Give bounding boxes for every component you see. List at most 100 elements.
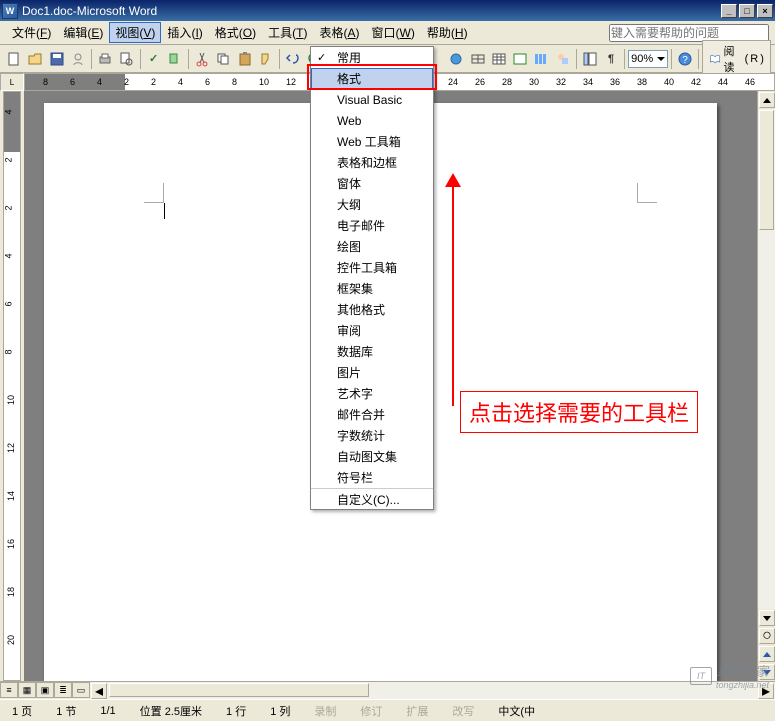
scroll-up-button[interactable] — [759, 92, 775, 108]
zoom-combo[interactable]: 90% — [628, 50, 668, 68]
undo-icon[interactable] — [283, 48, 303, 70]
menu-table[interactable]: 表格(A) — [314, 22, 366, 43]
submenu-item-4[interactable]: Web 工具箱 — [311, 131, 433, 152]
bottom-bar: ≡ ▦ ▣ ≣ ▭ ◂ ▸ — [0, 681, 775, 699]
submenu-item-1[interactable]: 格式 — [311, 68, 433, 89]
menu-format[interactable]: 格式(O) — [209, 22, 262, 43]
ruler-tick: 32 — [556, 77, 566, 87]
columns-icon[interactable] — [531, 48, 551, 70]
submenu-item-16[interactable]: 艺术字 — [311, 383, 433, 404]
new-doc-icon[interactable] — [4, 48, 24, 70]
ruler-tick: 42 — [691, 77, 701, 87]
status-revision[interactable]: 修订 — [356, 703, 386, 719]
read-mode-button[interactable]: 阅读(R) — [702, 40, 771, 78]
submenu-item-11[interactable]: 框架集 — [311, 278, 433, 299]
margin-corner-tr — [637, 183, 657, 203]
close-button[interactable]: × — [757, 4, 773, 18]
show-formatting-icon[interactable]: ¶ — [601, 48, 621, 70]
menu-view[interactable]: 视图(V) — [109, 22, 161, 43]
app-icon: W — [2, 3, 18, 19]
vertical-ruler[interactable]: 422468101214161820 — [0, 91, 24, 681]
ruler-tick: 20 — [6, 635, 16, 645]
submenu-item-6[interactable]: 窗体 — [311, 173, 433, 194]
ruler-tick: 24 — [448, 77, 458, 87]
print-icon[interactable] — [95, 48, 115, 70]
open-icon[interactable] — [25, 48, 45, 70]
watermark: IT 系统之家 tongzhijia.net — [690, 661, 769, 690]
submenu-item-10[interactable]: 控件工具箱 — [311, 257, 433, 278]
status-position: 位置 2.5厘米 — [136, 703, 206, 719]
horizontal-scrollbar[interactable]: ◂ ▸ — [90, 682, 775, 699]
research-icon[interactable] — [165, 48, 185, 70]
web-view-button[interactable]: ▦ — [18, 682, 36, 698]
print-preview-icon[interactable] — [116, 48, 136, 70]
ruler-tick: 18 — [6, 587, 16, 597]
menu-edit[interactable]: 编辑(E) — [57, 22, 109, 43]
submenu-item-5[interactable]: 表格和边框 — [311, 152, 433, 173]
reading-view-button[interactable]: ▭ — [72, 682, 90, 698]
text-cursor — [164, 203, 165, 219]
status-extend[interactable]: 扩展 — [402, 703, 432, 719]
menu-insert[interactable]: 插入(I) — [161, 22, 208, 43]
menu-window[interactable]: 窗口(W) — [366, 22, 421, 43]
submenu-item-2[interactable]: Visual Basic — [311, 89, 433, 110]
submenu-item-12[interactable]: 其他格式 — [311, 299, 433, 320]
submenu-item-15[interactable]: 图片 — [311, 362, 433, 383]
prev-page-button[interactable] — [759, 646, 775, 662]
ruler-tick: 28 — [502, 77, 512, 87]
submenu-item-0[interactable]: ✓常用 — [311, 47, 433, 68]
ruler-tick: 2 — [4, 157, 14, 162]
status-overwrite[interactable]: 改写 — [448, 703, 478, 719]
select-browse-object-button[interactable]: ○ — [759, 628, 775, 644]
format-painter-icon[interactable] — [256, 48, 276, 70]
ruler-tick: 30 — [529, 77, 539, 87]
doc-map-icon[interactable] — [580, 48, 600, 70]
cut-icon[interactable] — [192, 48, 212, 70]
hyperlink-icon[interactable] — [446, 48, 466, 70]
submenu-item-13[interactable]: 审阅 — [311, 320, 433, 341]
paste-icon[interactable] — [234, 48, 254, 70]
submenu-item-9[interactable]: 绘图 — [311, 236, 433, 257]
maximize-button[interactable]: □ — [739, 4, 755, 18]
print-layout-view-button[interactable]: ▣ — [36, 682, 54, 698]
save-icon[interactable] — [47, 48, 67, 70]
ruler-tick: 14 — [6, 491, 16, 501]
status-language[interactable]: 中文(中 — [494, 703, 539, 719]
drawing-icon[interactable] — [553, 48, 573, 70]
submenu-item-18[interactable]: 字数统计 — [311, 425, 433, 446]
submenu-item-19[interactable]: 自动图文集 — [311, 446, 433, 467]
ruler-tick: 38 — [637, 77, 647, 87]
menu-help[interactable]: 帮助(H) — [421, 22, 474, 43]
submenu-item-3[interactable]: Web — [311, 110, 433, 131]
spellcheck-icon[interactable]: ✓ — [143, 48, 163, 70]
submenu-item-17[interactable]: 邮件合并 — [311, 404, 433, 425]
ruler-tick: 2 — [151, 77, 156, 87]
ruler-tick: 10 — [6, 395, 16, 405]
insert-table-icon[interactable] — [489, 48, 509, 70]
copy-icon[interactable] — [213, 48, 233, 70]
normal-view-button[interactable]: ≡ — [0, 682, 18, 698]
menu-tools[interactable]: 工具(T) — [262, 22, 313, 43]
submenu-item-20[interactable]: 符号栏 — [311, 467, 433, 488]
excel-icon[interactable] — [510, 48, 530, 70]
submenu-item-7[interactable]: 大纲 — [311, 194, 433, 215]
minimize-button[interactable]: _ — [721, 4, 737, 18]
menubar: 文件(F) 编辑(E) 视图(V) 插入(I) 格式(O) 工具(T) 表格(A… — [0, 21, 775, 45]
scroll-down-button[interactable] — [759, 610, 775, 626]
status-record[interactable]: 录制 — [310, 703, 340, 719]
ruler-tick: 40 — [664, 77, 674, 87]
outline-view-button[interactable]: ≣ — [54, 682, 72, 698]
submenu-item-customize[interactable]: 自定义(C)... — [311, 488, 433, 509]
tables-borders-icon[interactable] — [467, 48, 487, 70]
ruler-tick: 26 — [475, 77, 485, 87]
submenu-item-8[interactable]: 电子邮件 — [311, 215, 433, 236]
permission-icon[interactable] — [68, 48, 88, 70]
ruler-tick: 34 — [583, 77, 593, 87]
vertical-scrollbar[interactable]: ○ — [757, 91, 775, 681]
status-line: 1 行 — [222, 703, 250, 719]
status-column: 1 列 — [266, 703, 294, 719]
menu-file[interactable]: 文件(F) — [6, 22, 57, 43]
submenu-item-14[interactable]: 数据库 — [311, 341, 433, 362]
help-icon[interactable]: ? — [675, 48, 695, 70]
svg-text:?: ? — [682, 55, 688, 66]
